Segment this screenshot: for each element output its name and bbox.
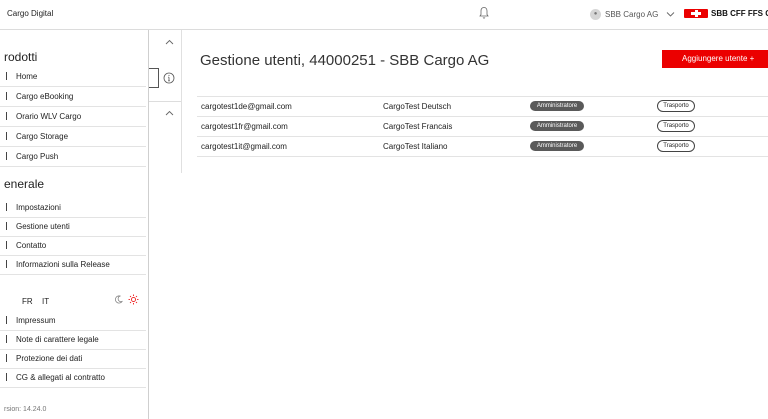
sidebar-item-protezione-dati[interactable]: Protezione dei dati bbox=[0, 349, 146, 369]
brand-text: SBB CFF FFS Ca bbox=[711, 9, 768, 18]
bell-icon[interactable] bbox=[478, 6, 490, 20]
user-email: cargotest1it@gmail.com bbox=[201, 142, 287, 151]
page-title: Gestione utenti, 44000251 - SBB Cargo AG bbox=[200, 52, 490, 69]
sidebar-item-contatto[interactable]: Contatto bbox=[0, 236, 146, 256]
sidebar-item-impressum[interactable]: Impressum bbox=[0, 311, 146, 331]
role-badge: Amministratore bbox=[530, 101, 584, 111]
brand: SBB CFF FFS Ca bbox=[684, 9, 768, 18]
sidebar-item-label: Cargo Push bbox=[16, 152, 59, 161]
sidebar-item-impostazioni[interactable]: Impostazioni bbox=[0, 198, 146, 218]
sidebar-item-label: Informazioni sulla Release bbox=[16, 260, 110, 269]
sidebar-item-label: Gestione utenti bbox=[16, 222, 70, 231]
sidebar-item-label: Orario WLV Cargo bbox=[16, 112, 82, 121]
sun-icon[interactable] bbox=[128, 294, 139, 305]
chevron-down-icon bbox=[667, 12, 675, 17]
sidebar-item-informazioni-release[interactable]: Informazioni sulla Release bbox=[0, 255, 146, 275]
sidebar-item-orario-wlv[interactable]: Orario WLV Cargo bbox=[0, 107, 146, 127]
avatar-icon: ● bbox=[590, 9, 601, 20]
top-bar: Cargo Digital ● SBB Cargo AG SBB CFF FFS… bbox=[0, 0, 768, 30]
add-user-button[interactable]: Aggiungere utente + bbox=[662, 50, 768, 68]
table-row[interactable]: cargotest1it@gmail.com CargoTest Italian… bbox=[197, 136, 768, 157]
account-label: SBB Cargo AG bbox=[605, 10, 659, 19]
sidebar-item-cargo-ebooking[interactable]: Cargo eBooking bbox=[0, 87, 146, 107]
sidebar-item-label: Protezione dei dati bbox=[16, 354, 83, 363]
moon-icon[interactable] bbox=[114, 295, 123, 304]
sidebar-item-cargo-storage[interactable]: Cargo Storage bbox=[0, 127, 146, 147]
table-row[interactable]: cargotest1de@gmail.com CargoTest Deutsch… bbox=[197, 96, 768, 116]
app-name[interactable]: Cargo Digital bbox=[7, 9, 53, 18]
user-email: cargotest1fr@gmail.com bbox=[201, 122, 288, 131]
sidebar-item-label: Note di carattere legale bbox=[16, 335, 99, 344]
sbb-logo-icon bbox=[684, 9, 708, 18]
version-label: rsion: 14.24.0 bbox=[4, 406, 47, 413]
sidebar-item-gestione-utenti[interactable]: Gestione utenti bbox=[0, 217, 146, 237]
user-name: CargoTest Italiano bbox=[383, 142, 448, 151]
permission-tag: Trasporto bbox=[657, 120, 695, 132]
info-icon[interactable] bbox=[163, 72, 175, 84]
sidebar-item-home[interactable]: Home bbox=[0, 67, 146, 87]
permission-tag: Trasporto bbox=[657, 100, 695, 112]
language-fr[interactable]: FR bbox=[22, 297, 33, 306]
filter-input[interactable] bbox=[149, 68, 159, 88]
chevron-up-icon[interactable] bbox=[165, 39, 174, 45]
table-row[interactable]: cargotest1fr@gmail.com CargoTest Francai… bbox=[197, 116, 768, 136]
sidebar-item-cargo-push[interactable]: Cargo Push bbox=[0, 147, 146, 167]
sidebar-item-note-legali[interactable]: Note di carattere legale bbox=[0, 330, 146, 350]
sidebar-item-label: Contatto bbox=[16, 241, 47, 250]
user-email: cargotest1de@gmail.com bbox=[201, 102, 292, 111]
products-title: rodotti bbox=[4, 50, 38, 64]
general-title: enerale bbox=[4, 177, 45, 191]
sidebar-item-label: CG & allegati al contratto bbox=[16, 373, 105, 382]
divider bbox=[149, 101, 181, 102]
chevron-up-icon[interactable] bbox=[165, 110, 174, 116]
sidebar-item-label: Impressum bbox=[16, 316, 56, 325]
role-badge: Amministratore bbox=[530, 141, 584, 151]
permission-tag: Trasporto bbox=[657, 140, 695, 152]
language-switcher: FR IT bbox=[0, 293, 146, 313]
sidebar-item-label: Cargo Storage bbox=[16, 132, 69, 141]
role-badge: Amministratore bbox=[530, 121, 584, 131]
user-name: CargoTest Deutsch bbox=[383, 102, 452, 111]
sidebar: rodotti Home Cargo eBooking Orario WLV C… bbox=[0, 30, 149, 419]
account-menu[interactable]: ● SBB Cargo AG bbox=[590, 9, 675, 20]
language-it[interactable]: IT bbox=[42, 297, 49, 306]
sidebar-item-label: Impostazioni bbox=[16, 203, 61, 212]
secondary-panel bbox=[149, 30, 182, 173]
user-name: CargoTest Francais bbox=[383, 122, 453, 131]
sidebar-item-cg-allegati[interactable]: CG & allegati al contratto bbox=[0, 368, 146, 388]
users-table: cargotest1de@gmail.com CargoTest Deutsch… bbox=[197, 96, 768, 157]
sidebar-item-label: Cargo eBooking bbox=[16, 92, 74, 101]
sidebar-item-label: Home bbox=[16, 72, 38, 81]
